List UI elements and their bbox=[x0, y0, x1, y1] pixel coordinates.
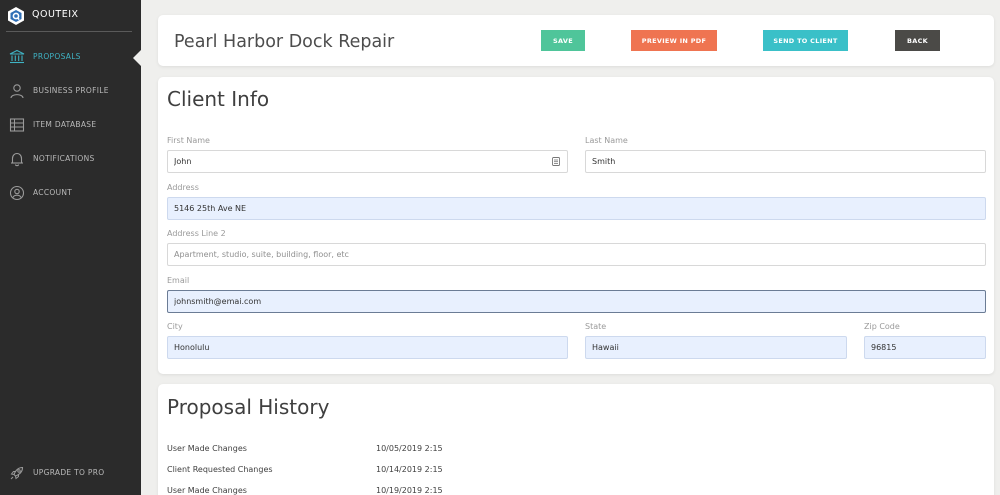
first-name-field[interactable] bbox=[167, 150, 568, 173]
city-label: City bbox=[167, 322, 183, 331]
zip-code-label: Zip Code bbox=[864, 322, 900, 331]
save-button[interactable]: SAVE bbox=[541, 30, 585, 51]
bell-icon bbox=[11, 152, 23, 167]
proposal-header: Pearl Harbor Dock Repair SAVE PREVIEW IN… bbox=[158, 15, 994, 66]
rocket-icon bbox=[10, 466, 24, 480]
sidebar-item-label: ACCOUNT bbox=[33, 188, 73, 197]
last-name-label: Last Name bbox=[585, 136, 628, 145]
state-label: State bbox=[585, 322, 607, 331]
back-button[interactable]: BACK bbox=[895, 30, 940, 51]
sidebar-item-label: BUSINESS PROFILE bbox=[33, 86, 109, 95]
upgrade-label: UPGRADE TO PRO bbox=[33, 468, 105, 477]
first-name-label: First Name bbox=[167, 136, 210, 145]
database-icon bbox=[9, 118, 25, 132]
last-name-field[interactable] bbox=[585, 150, 986, 173]
client-info-title: Client Info bbox=[167, 87, 270, 111]
zip-code-field[interactable] bbox=[864, 336, 986, 359]
sidebar-item-account[interactable]: ACCOUNT bbox=[0, 180, 141, 206]
address-field[interactable] bbox=[167, 197, 986, 220]
history-date: 10/19/2019 2:15 bbox=[376, 486, 443, 495]
history-date: 10/14/2019 2:15 bbox=[376, 465, 443, 474]
contact-card-icon[interactable] bbox=[552, 157, 560, 166]
brand[interactable]: QOUTEIX bbox=[0, 0, 141, 32]
city-field[interactable] bbox=[167, 336, 568, 359]
preview-pdf-button[interactable]: PREVIEW IN PDF bbox=[631, 30, 717, 51]
proposal-history-title: Proposal History bbox=[167, 395, 330, 419]
sidebar-item-business-profile[interactable]: BUSINESS PROFILE bbox=[0, 78, 141, 104]
email-label: Email bbox=[167, 276, 190, 285]
brand-divider bbox=[6, 31, 132, 32]
history-event: User Made Changes bbox=[167, 444, 247, 453]
upgrade-to-pro[interactable]: UPGRADE TO PRO bbox=[0, 460, 141, 486]
address-line2-label: Address Line 2 bbox=[167, 229, 226, 238]
brand-name: QOUTEIX bbox=[32, 9, 79, 20]
history-date: 10/05/2019 2:15 bbox=[376, 444, 443, 453]
logo-icon bbox=[8, 7, 24, 25]
history-event: Client Requested Changes bbox=[167, 465, 273, 474]
address-line2-field[interactable] bbox=[167, 243, 986, 266]
sidebar: QOUTEIX PROPOSALS BUSINESS PROFILE ITEM … bbox=[0, 0, 141, 495]
sidebar-item-item-database[interactable]: ITEM DATABASE bbox=[0, 112, 141, 138]
sidebar-item-label: PROPOSALS bbox=[33, 52, 81, 61]
sidebar-item-label: NOTIFICATIONS bbox=[33, 154, 95, 163]
sidebar-item-notifications[interactable]: NOTIFICATIONS bbox=[0, 146, 141, 172]
send-to-client-button[interactable]: SEND TO CLIENT bbox=[763, 30, 848, 51]
address-label: Address bbox=[167, 183, 199, 192]
state-field[interactable] bbox=[585, 336, 847, 359]
history-event: User Made Changes bbox=[167, 486, 247, 495]
client-info-card: Client Info First Name Last Name Address… bbox=[158, 77, 994, 374]
user-icon bbox=[10, 84, 24, 99]
page-title: Pearl Harbor Dock Repair bbox=[174, 32, 395, 52]
sidebar-item-label: ITEM DATABASE bbox=[33, 120, 97, 129]
active-indicator bbox=[133, 50, 141, 66]
email-field[interactable] bbox=[167, 290, 986, 313]
sidebar-item-proposals[interactable]: PROPOSALS bbox=[0, 44, 141, 70]
account-icon bbox=[9, 185, 25, 201]
proposal-history-card: Proposal History User Made Changes 10/05… bbox=[158, 384, 994, 495]
bank-icon bbox=[9, 49, 25, 64]
